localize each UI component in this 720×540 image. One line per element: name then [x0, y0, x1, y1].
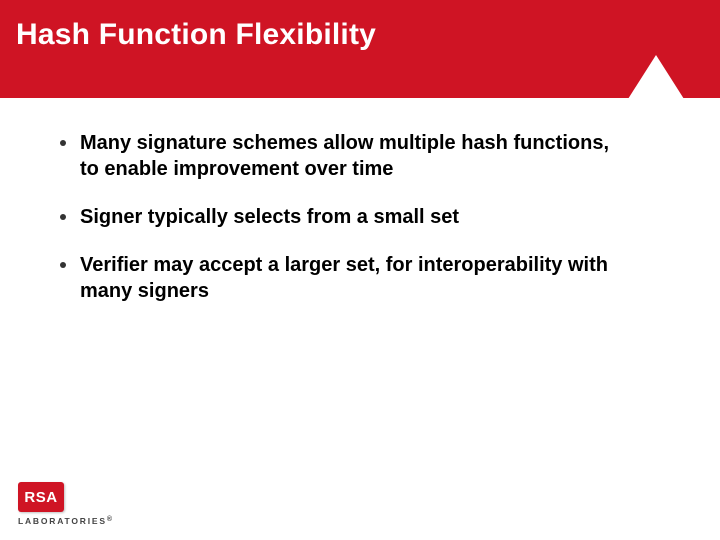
- rsa-logo-icon: RSA: [18, 482, 64, 512]
- bullet-dot-icon: [60, 262, 66, 268]
- logo-text: RSA: [24, 489, 57, 506]
- slide: Hash Function Flexibility Many signature…: [0, 0, 720, 540]
- list-item: Many signature schemes allow multiple ha…: [60, 130, 660, 182]
- header-notch-shape: [628, 55, 684, 99]
- bullet-text: Verifier may accept a larger set, for in…: [80, 252, 620, 304]
- content-area: Many signature schemes allow multiple ha…: [0, 98, 720, 304]
- list-item: Verifier may accept a larger set, for in…: [60, 252, 660, 304]
- list-item: Signer typically selects from a small se…: [60, 204, 660, 230]
- laboratories-label: LABORATORIES®: [18, 516, 114, 526]
- bullet-text: Many signature schemes allow multiple ha…: [80, 130, 620, 182]
- header-bar: Hash Function Flexibility: [0, 0, 720, 98]
- slide-title: Hash Function Flexibility: [16, 18, 376, 52]
- bullet-text: Signer typically selects from a small se…: [80, 204, 459, 230]
- footer-logo-block: RSA LABORATORIES®: [18, 482, 114, 526]
- bullet-dot-icon: [60, 140, 66, 146]
- lab-text: LABORATORIES: [18, 516, 107, 526]
- bullet-dot-icon: [60, 214, 66, 220]
- registered-mark: ®: [107, 516, 114, 523]
